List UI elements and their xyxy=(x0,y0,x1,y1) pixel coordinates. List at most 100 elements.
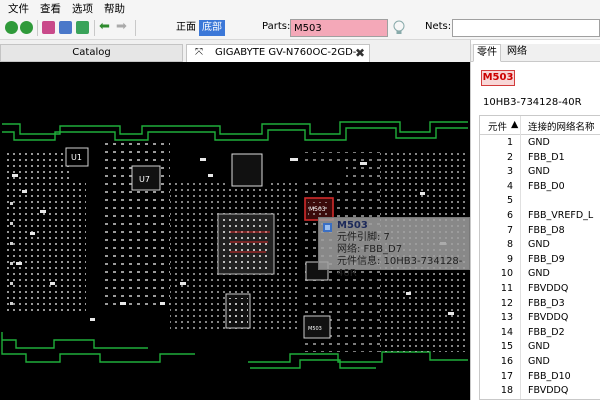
toolbar-separator xyxy=(94,20,95,36)
pin-number: 6 xyxy=(506,210,513,221)
zoom-fit-icon[interactable] xyxy=(59,21,72,34)
pin-net: GND xyxy=(528,239,550,251)
parts-search-input[interactable] xyxy=(290,19,388,37)
board-canvas[interactable]: U1 U7 M503 M503 M503 元件引脚: 7 网络: FBB_D7 … xyxy=(0,62,470,400)
pin-net: FBB_D0 xyxy=(528,180,565,192)
nets-search-input[interactable] xyxy=(452,19,600,37)
tooltip-net: 网络: FBB_D7 xyxy=(337,244,403,255)
pin-row[interactable]: 16 GND xyxy=(480,356,600,371)
menu-view[interactable]: 查看 xyxy=(40,1,61,16)
pin-number: 7 xyxy=(506,224,513,236)
tooltip-part: M503 xyxy=(337,220,368,231)
tab-part[interactable]: 零件 xyxy=(473,44,501,62)
pin-net: GND xyxy=(528,166,550,178)
tab-catalog[interactable]: Catalog xyxy=(0,44,183,62)
pin-number: 1 xyxy=(506,137,513,148)
toolbar-separator xyxy=(37,20,38,36)
document-tabs: Catalog ⤧ GIGABYTE GV-N760OC-2GD-TOP ✖ xyxy=(0,44,470,74)
lightbulb-icon[interactable] xyxy=(392,20,406,36)
pin-number: 2 xyxy=(506,151,513,163)
chip-u8[interactable] xyxy=(231,153,263,187)
component-icon xyxy=(323,223,332,232)
pin-net: GND xyxy=(528,341,550,353)
chip-u7[interactable]: U7 xyxy=(131,165,161,191)
pin-row[interactable]: 3 GND xyxy=(480,166,600,181)
back-arrow-icon[interactable]: ⬅ xyxy=(99,20,110,34)
pin-net: FBB_D3 xyxy=(528,297,565,309)
pin-row[interactable]: 8 GND xyxy=(480,239,600,254)
menu-file[interactable]: 文件 xyxy=(8,1,29,16)
pin-row[interactable]: 9 FBB_D9 xyxy=(480,254,600,269)
selected-part-badge: M503 xyxy=(481,70,515,86)
pin-row[interactable]: 1 GND xyxy=(480,137,600,152)
svg-text:M503: M503 xyxy=(308,326,322,332)
pin-number: 10 xyxy=(500,268,513,280)
pin-net: FBB_VREFD_L xyxy=(528,210,594,221)
pin-row[interactable]: 12 FBB_D3 xyxy=(480,298,600,313)
pin-row[interactable]: 7 FBB_D8 xyxy=(480,225,600,240)
chip-u1[interactable]: U1 xyxy=(65,147,89,167)
nets-label: Nets: xyxy=(425,21,452,32)
view-top-button[interactable]: 正面 xyxy=(173,20,199,36)
pin-row[interactable]: 14 FBB_D2 xyxy=(480,327,600,342)
tab-net[interactable]: 网络 xyxy=(503,44,531,62)
pin-net: FBVDDQ xyxy=(528,283,569,294)
pin-row[interactable]: 2 FBB_D1 xyxy=(480,152,600,167)
pin-number: 15 xyxy=(500,341,513,353)
pin-row[interactable]: 5 xyxy=(480,195,600,210)
sort-up-icon[interactable]: ▲ xyxy=(511,119,518,130)
zoom-out-icon[interactable] xyxy=(76,21,89,34)
pin-net: GND xyxy=(528,356,550,367)
pin-net: FBB_D10 xyxy=(528,370,571,382)
col-net[interactable]: 连接的网络名称 xyxy=(528,119,595,133)
tab-board[interactable]: ⤧ GIGABYTE GV-N760OC-2GD-TOP ✖ xyxy=(186,44,370,74)
menu-bar: 文件 查看 选项 帮助 xyxy=(0,0,600,16)
pin-net: GND xyxy=(528,137,550,148)
dock-icon[interactable]: ⤧ xyxy=(195,45,203,61)
pin-number: 18 xyxy=(500,385,513,397)
menu-help[interactable]: 帮助 xyxy=(104,1,125,16)
pin-number: 13 xyxy=(500,312,513,324)
pin-row[interactable]: 4 FBB_D0 xyxy=(480,181,600,196)
close-icon[interactable]: ✖ xyxy=(355,45,365,61)
menu-options[interactable]: 选项 xyxy=(72,1,93,16)
details-panel: 零件 网络 M503 10HB3-734128-40R 元件 ▲ 连接的网络名称… xyxy=(470,40,600,400)
toolbar: ⬅ ➡ 正面 底部 Parts: Nets: xyxy=(0,16,600,40)
parts-label: Parts: xyxy=(262,21,291,32)
pin-net: FBB_D9 xyxy=(528,253,565,265)
tooltip-info: 元件信息: 10HB3-734128-40R xyxy=(337,256,463,279)
rotate-left-icon[interactable] xyxy=(5,21,18,34)
pin-net: FBB_D1 xyxy=(528,151,565,163)
pin-number: 9 xyxy=(506,253,513,265)
chip-gpu[interactable] xyxy=(217,213,275,275)
pin-row[interactable]: 10 GND xyxy=(480,268,600,283)
pin-row[interactable]: 11 FBVDDQ xyxy=(480,283,600,298)
pin-number: 17 xyxy=(500,370,513,382)
pin-table-header: 元件 ▲ 连接的网络名称 xyxy=(480,116,600,135)
pin-number: 11 xyxy=(500,283,513,294)
chip-vram[interactable] xyxy=(225,293,251,329)
pin-row[interactable]: 18 FBVDDQ xyxy=(480,385,600,399)
pin-number: 12 xyxy=(500,297,513,309)
svg-text:U1: U1 xyxy=(71,153,82,162)
pin-number: 3 xyxy=(506,166,513,178)
pin-row[interactable]: 15 GND xyxy=(480,341,600,356)
pin-table: 元件 ▲ 连接的网络名称 1 GND 2 FBB_D1 3 GND 4 FBB_D0 5 6 FBB… xyxy=(479,115,600,400)
pin-row[interactable]: 13 FBVDDQ xyxy=(480,312,600,327)
pin-number: 14 xyxy=(500,326,513,338)
pin-row[interactable]: 6 FBB_VREFD_L xyxy=(480,210,600,225)
pin-net: FBVDDQ xyxy=(528,312,569,324)
view-bottom-button[interactable]: 底部 xyxy=(199,20,225,36)
pin-number: 4 xyxy=(506,180,513,192)
pin-number: 16 xyxy=(500,356,513,367)
forward-arrow-icon[interactable]: ➡ xyxy=(116,20,127,34)
pin-row[interactable]: 17 FBB_D10 xyxy=(480,371,600,386)
rotate-right-icon[interactable] xyxy=(20,21,33,34)
svg-text:M503: M503 xyxy=(309,206,326,213)
pin-number: 8 xyxy=(506,239,513,251)
zoom-in-icon[interactable] xyxy=(42,21,55,34)
pin-number: 5 xyxy=(506,195,513,207)
panel-tabs: 零件 网络 xyxy=(471,44,600,62)
part-info: 10HB3-734128-40R xyxy=(483,97,582,108)
col-pin[interactable]: 元件 xyxy=(488,119,507,133)
